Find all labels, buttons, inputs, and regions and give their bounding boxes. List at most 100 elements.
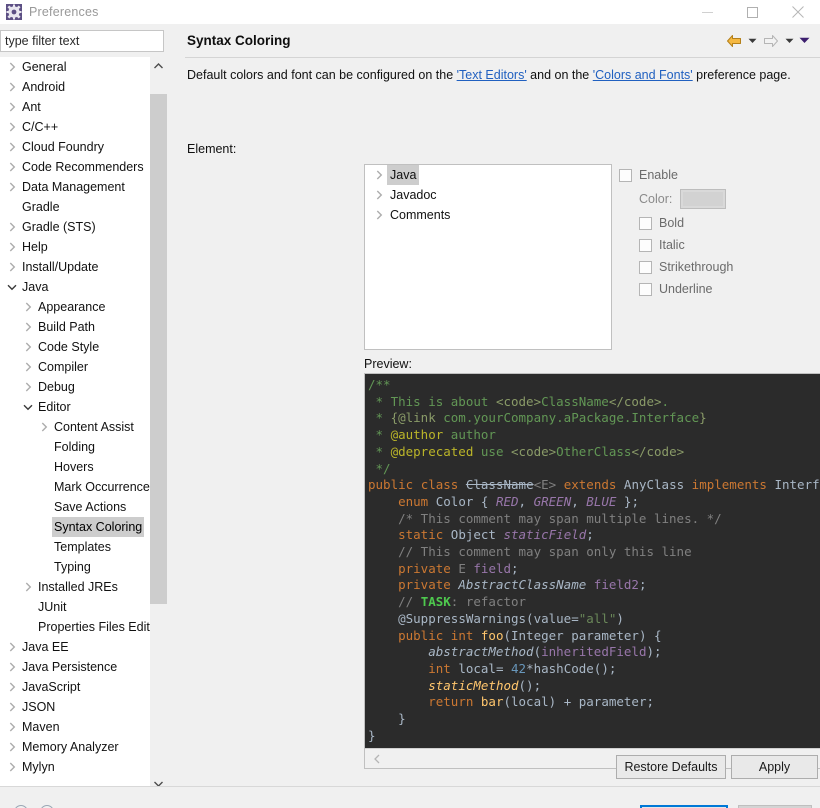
chevron-down-icon[interactable] [4,277,20,297]
back-arrow-icon[interactable] [723,30,745,52]
chevron-right-icon[interactable] [4,57,20,77]
sidebar-item-debug[interactable]: Debug [0,377,150,397]
sidebar-item-install-update[interactable]: Install/Update [0,257,150,277]
colors-and-fonts-link[interactable]: 'Colors and Fonts' [593,68,693,82]
sidebar-item-memory-analyzer[interactable]: Memory Analyzer [0,737,150,757]
sidebar-item-general[interactable]: General [0,57,150,77]
chevron-right-icon[interactable] [4,737,20,757]
strikethrough-checkbox-row[interactable]: Strikethrough [639,256,817,278]
element-item-javadoc[interactable]: Javadoc [365,185,611,205]
italic-checkbox-row[interactable]: Italic [639,234,817,256]
preference-tree[interactable]: General Android Ant C/C++ Cloud Foundry Code … [0,57,150,792]
sidebar-item-gradle[interactable]: Gradle [0,197,150,217]
sidebar-item-c-c[interactable]: C/C++ [0,117,150,137]
chevron-right-icon[interactable] [4,657,20,677]
enable-checkbox-row[interactable]: Enable [619,164,817,186]
chevron-right-icon[interactable] [4,697,20,717]
sidebar-item-help[interactable]: Help [0,237,150,257]
underline-checkbox[interactable] [639,282,652,296]
italic-checkbox[interactable] [639,238,652,252]
underline-checkbox-row[interactable]: Underline [639,278,817,300]
sidebar-item-maven[interactable]: Maven [0,717,150,737]
element-list[interactable]: Java Javadoc Comments [364,164,612,350]
sidebar-item-compiler[interactable]: Compiler [0,357,150,377]
text-editors-link[interactable]: 'Text Editors' [457,68,527,82]
apply-button[interactable]: Apply [731,755,818,779]
sidebar-item-code-style[interactable]: Code Style [0,337,150,357]
scrollbar-thumb[interactable] [150,94,167,604]
sidebar-item-cloud-foundry[interactable]: Cloud Foundry [0,137,150,157]
sidebar-item-hovers[interactable]: Hovers [0,457,150,477]
forward-history-chevron-down-icon[interactable] [782,30,797,52]
chevron-right-icon[interactable] [20,357,36,377]
maximize-icon[interactable] [730,0,775,24]
sidebar-item-json[interactable]: JSON [0,697,150,717]
chevron-right-icon[interactable] [20,577,36,597]
chevron-right-icon[interactable] [4,137,20,157]
sidebar-item-appearance[interactable]: Appearance [0,297,150,317]
sidebar-item-mylyn[interactable]: Mylyn [0,757,150,777]
element-item-java[interactable]: Java [365,165,611,185]
sidebar-item-installed-jres[interactable]: Installed JREs [0,577,150,597]
navigation-controls [723,30,820,52]
sidebar-item-build-path[interactable]: Build Path [0,317,150,337]
view-menu-chevron-down-icon[interactable] [797,30,812,52]
sidebar-item-save-actions[interactable]: Save Actions [0,497,150,517]
color-swatch-button[interactable] [680,189,727,209]
sidebar-item-javascript[interactable]: JavaScript [0,677,150,697]
back-history-chevron-down-icon[interactable] [745,30,760,52]
chevron-right-icon[interactable] [4,637,20,657]
chevron-right-icon[interactable] [4,97,20,117]
chevron-right-icon[interactable] [4,757,20,777]
sidebar-item-android[interactable]: Android [0,77,150,97]
chevron-right-icon[interactable] [20,317,36,337]
filter-input[interactable] [0,30,164,52]
sidebar-item-mark-occurrences[interactable]: Mark Occurrences [0,477,150,497]
sidebar-item-properties-files-editor[interactable]: Properties Files Editor [0,617,150,637]
scrollbar-track[interactable] [150,74,167,775]
sidebar-item-gradle-sts[interactable]: Gradle (STS) [0,217,150,237]
strikethrough-checkbox[interactable] [639,260,652,274]
sidebar-item-typing[interactable]: Typing [0,557,150,577]
restore-defaults-button[interactable]: Restore Defaults [616,755,726,779]
sidebar-item-java-persistence[interactable]: Java Persistence [0,657,150,677]
sidebar-item-junit[interactable]: JUnit [0,597,150,617]
sidebar-item-java[interactable]: Java [0,277,150,297]
sidebar-item-folding[interactable]: Folding [0,437,150,457]
bold-checkbox[interactable] [639,216,652,230]
chevron-right-icon[interactable] [371,190,387,200]
chevron-right-icon[interactable] [20,337,36,357]
sidebar-item-data-management[interactable]: Data Management [0,177,150,197]
chevron-right-icon[interactable] [4,157,20,177]
sidebar-item-templates[interactable]: Templates [0,537,150,557]
chevron-right-icon[interactable] [4,717,20,737]
sidebar-item-ant[interactable]: Ant [0,97,150,117]
sidebar-item-content-assist[interactable]: Content Assist [0,417,150,437]
scroll-up-icon[interactable] [150,57,167,74]
chevron-right-icon[interactable] [4,177,20,197]
chevron-right-icon[interactable] [371,170,387,180]
chevron-right-icon[interactable] [4,257,20,277]
chevron-right-icon[interactable] [4,77,20,97]
chevron-right-icon[interactable] [4,117,20,137]
element-item-comments[interactable]: Comments [365,205,611,225]
sidebar-item-code-recommenders[interactable]: Code Recommenders [0,157,150,177]
enable-checkbox[interactable] [619,168,632,182]
close-icon[interactable] [775,0,820,24]
chevron-right-icon[interactable] [4,237,20,257]
chevron-right-icon[interactable] [4,217,20,237]
forward-arrow-icon[interactable] [760,30,782,52]
chevron-down-icon[interactable] [20,397,36,417]
chevron-right-icon[interactable] [36,417,52,437]
bold-checkbox-row[interactable]: Bold [639,212,817,234]
sidebar-item-java-ee[interactable]: Java EE [0,637,150,657]
sidebar-item-editor[interactable]: Editor [0,397,150,417]
minimize-icon[interactable] [685,0,730,24]
chevron-right-icon[interactable] [20,377,36,397]
sidebar-item-syntax-coloring[interactable]: Syntax Coloring [0,517,150,537]
sidebar-vertical-scrollbar[interactable] [150,57,167,792]
chevron-right-icon[interactable] [4,677,20,697]
chevron-right-icon[interactable] [371,210,387,220]
chevron-right-icon[interactable] [20,297,36,317]
